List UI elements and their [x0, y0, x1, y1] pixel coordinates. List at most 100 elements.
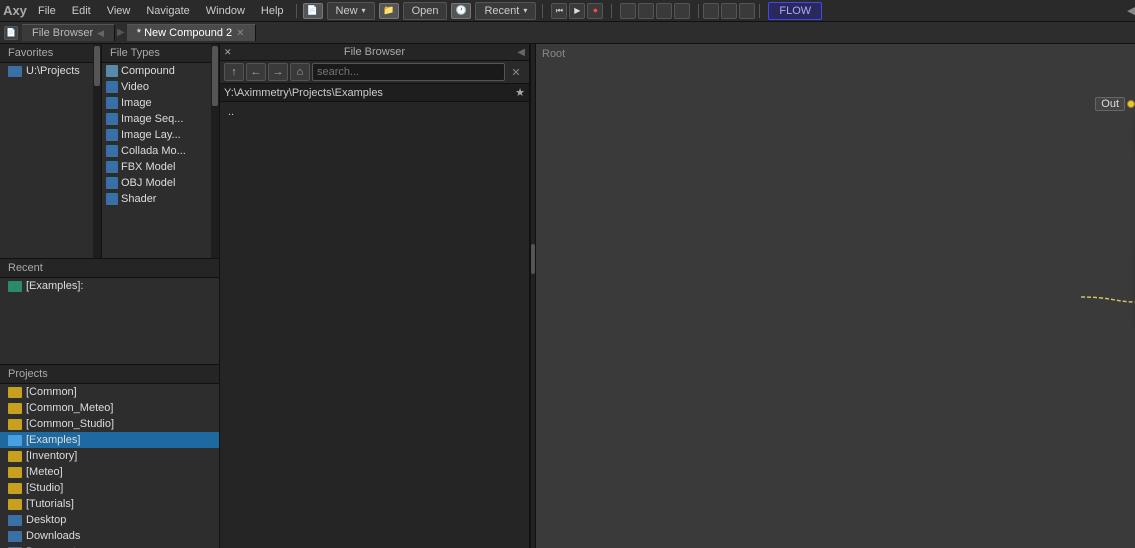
close-icon[interactable]: ✕ — [224, 47, 232, 58]
projects-title: Projects — [0, 365, 219, 384]
path-input[interactable] — [224, 87, 511, 99]
file-type-image[interactable]: Image — [102, 95, 211, 111]
menu-view[interactable]: View — [99, 3, 139, 19]
tab-new-compound[interactable]: * New Compound 2 ✕ — [127, 24, 256, 41]
favorites-scrollbar[interactable] — [93, 44, 101, 258]
tab-file-browser[interactable]: File Browser ◀ — [22, 24, 115, 41]
menu-edit[interactable]: Edit — [64, 3, 99, 19]
toggle-icon[interactable]: ◀ — [517, 47, 525, 58]
route-fwd-btn[interactable] — [739, 3, 755, 19]
folder-examples-icon — [8, 435, 22, 446]
search-clear-icon[interactable]: ✕ — [507, 63, 525, 81]
redo-btn[interactable] — [638, 3, 654, 19]
node-connections-svg — [536, 44, 1135, 548]
file-entry-parent[interactable]: .. — [222, 104, 527, 120]
flow-button[interactable]: FLOW — [768, 2, 822, 20]
bookmark-icon[interactable]: ★ — [515, 86, 525, 99]
new-dropdown-icon: ▾ — [362, 6, 366, 15]
file-browser-content[interactable]: .. — [220, 102, 529, 548]
nav-back-btn[interactable]: ← — [246, 63, 266, 81]
project-inventory-label: [Inventory] — [26, 450, 77, 462]
project-item-meteo[interactable]: [Meteo] — [0, 464, 219, 480]
app-logo: Axy — [0, 3, 30, 18]
folder-icon-examples — [8, 281, 22, 292]
route-btn[interactable] — [703, 3, 719, 19]
filetypes-scrollbar[interactable] — [211, 44, 219, 258]
file-type-video[interactable]: Video — [102, 79, 211, 95]
new-label: New — [336, 5, 358, 17]
favorites-item-projects[interactable]: U:\Projects — [0, 63, 93, 79]
file-type-obj-label: OBJ Model — [121, 177, 175, 189]
file-type-shader-label: Shader — [121, 193, 156, 205]
file-type-image-seq-label: Image Seq... — [121, 113, 183, 125]
file-type-collada[interactable]: Collada Mo... — [102, 143, 211, 159]
folder-desktop-icon — [8, 515, 22, 526]
project-item-common[interactable]: [Common] — [0, 384, 219, 400]
project-item-common-studio[interactable]: [Common_Studio] — [0, 416, 219, 432]
image-icon — [106, 97, 118, 109]
extra-controls — [620, 3, 690, 19]
menu-window[interactable]: Window — [198, 3, 253, 19]
file-browser-title-bar: ✕ File Browser ◀ — [220, 44, 529, 61]
file-type-image-seq[interactable]: Image Seq... — [102, 111, 211, 127]
filetypes-scroll-thumb[interactable] — [212, 46, 218, 106]
compound-icon — [106, 65, 118, 77]
play-btn[interactable]: ▶ — [569, 3, 585, 19]
panel-collapse-icon[interactable]: ◀ — [1123, 4, 1135, 17]
file-type-obj[interactable]: OBJ Model — [102, 175, 211, 191]
tab-file-browser-label: File Browser — [32, 27, 93, 39]
file-type-compound[interactable]: Compound — [102, 63, 211, 79]
project-item-inventory[interactable]: [Inventory] — [0, 448, 219, 464]
project-item-downloads[interactable]: Downloads — [0, 528, 219, 544]
file-type-shader[interactable]: Shader — [102, 191, 211, 207]
fbx-icon — [106, 161, 118, 173]
nav-up-btn[interactable]: ↑ — [224, 63, 244, 81]
recent-title: Recent — [0, 259, 219, 278]
file-types-column: File Types Compound Video Image Image Se… — [101, 44, 211, 258]
play-back-btn[interactable]: ⏮ — [551, 3, 567, 19]
record-btn[interactable]: ⏺ — [587, 3, 603, 19]
divider-handle[interactable] — [531, 244, 535, 274]
favorites-scroll-thumb[interactable] — [94, 46, 100, 86]
menu-navigate[interactable]: Navigate — [138, 3, 197, 19]
file-type-fbx[interactable]: FBX Model — [102, 159, 211, 175]
tab-toggle-icon[interactable]: ◀ — [97, 28, 104, 39]
project-item-examples[interactable]: [Examples] — [0, 432, 219, 448]
project-item-documents[interactable]: Documents — [0, 544, 219, 548]
new-page-icon: 📄 — [303, 3, 323, 19]
nav-forward-btn[interactable]: → — [268, 63, 288, 81]
tab-new-compound-label: * New Compound 2 — [137, 27, 232, 39]
canvas-out-label: Out — [1095, 97, 1125, 111]
canvas-area[interactable]: Root Out Solid Color ✕ ≡ — [536, 44, 1135, 548]
graph-btn[interactable] — [674, 3, 690, 19]
project-item-desktop[interactable]: Desktop — [0, 512, 219, 528]
project-item-common-meteo[interactable]: [Common_Meteo] — [0, 400, 219, 416]
search-input[interactable] — [312, 63, 505, 81]
file-type-image-lay[interactable]: Image Lay... — [102, 127, 211, 143]
folder-icon-projects — [8, 66, 22, 77]
undo-btn[interactable] — [620, 3, 636, 19]
image-lay-icon — [106, 129, 118, 141]
new-button[interactable]: New ▾ — [327, 2, 375, 20]
search-btn[interactable] — [656, 3, 672, 19]
file-type-collada-label: Collada Mo... — [121, 145, 186, 157]
favorites-title: Favorites — [0, 44, 93, 63]
recent-item-label: [Examples]: — [26, 280, 83, 292]
project-item-tutorials[interactable]: [Tutorials] — [0, 496, 219, 512]
recent-item-examples[interactable]: [Examples]: — [0, 278, 219, 294]
tab-close-icon[interactable]: ✕ — [236, 28, 244, 39]
menu-help[interactable]: Help — [253, 3, 292, 19]
project-common-label: [Common] — [26, 386, 77, 398]
open-button[interactable]: Open — [403, 2, 448, 20]
toolbar-sep-1 — [542, 4, 543, 18]
canvas-out-connector: Out — [1095, 97, 1135, 111]
project-common-meteo-label: [Common_Meteo] — [26, 402, 113, 414]
route-back-btn[interactable] — [721, 3, 737, 19]
menu-separator — [296, 4, 297, 18]
project-item-studio[interactable]: [Studio] — [0, 480, 219, 496]
video-icon — [106, 81, 118, 93]
nav-home-btn[interactable]: ⌂ — [290, 63, 310, 81]
project-examples-label: [Examples] — [26, 434, 80, 446]
menu-file[interactable]: File — [30, 3, 64, 19]
recent-button[interactable]: Recent ▾ — [475, 2, 536, 20]
